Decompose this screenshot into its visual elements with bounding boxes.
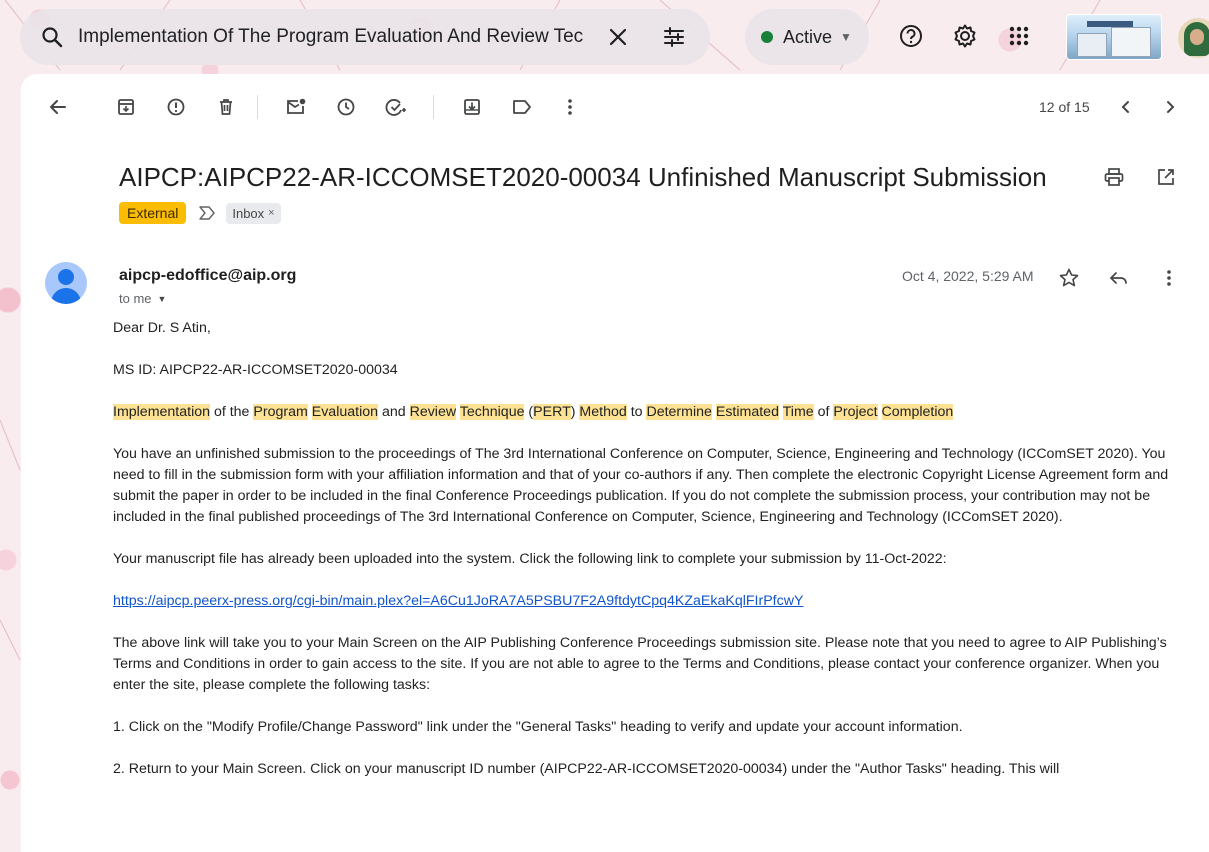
caret-down-icon[interactable]: ▼ <box>158 294 167 304</box>
search-icon[interactable] <box>40 25 64 49</box>
highlighted-term: PERT <box>533 404 571 420</box>
email-date: Oct 4, 2022, 5:29 AM <box>902 268 1034 284</box>
title-text: of the <box>210 404 254 420</box>
email-body: Dear Dr. S Atin, MS ID: AIPCP22-AR-ICCOM… <box>113 318 1193 801</box>
clock-icon[interactable] <box>331 92 361 122</box>
open-in-new-icon[interactable] <box>1151 162 1181 192</box>
tune-icon[interactable] <box>652 17 696 57</box>
email-view: 12 of 15 AIPCP:AIPCP22-AR-ICCOMSET2020-0… <box>21 74 1209 852</box>
top-bar: Implementation Of The Program Evaluation… <box>0 0 1209 74</box>
task-step: 1. Click on the "Modify Profile/Change P… <box>113 719 963 735</box>
chevron-down-icon: ▼ <box>840 30 852 44</box>
print-icon[interactable] <box>1099 162 1129 192</box>
help-icon[interactable] <box>896 21 926 51</box>
highlighted-term: Completion <box>881 404 954 420</box>
highlighted-term: Project <box>833 404 878 420</box>
highlighted-term: Estimated <box>715 404 779 420</box>
title-text: ( <box>524 404 534 420</box>
sender-avatar <box>45 262 87 304</box>
body-paragraph: Your manuscript file has already been up… <box>113 551 947 567</box>
status-dot <box>761 31 773 43</box>
search-bar[interactable]: Implementation Of The Program Evaluation… <box>20 9 710 65</box>
highlighted-term: Technique <box>459 404 525 420</box>
highlighted-term: Method <box>579 404 627 420</box>
manuscript-title: Implementation of the Program Evaluation… <box>113 402 1193 423</box>
body-paragraph: The above link will take you to your Mai… <box>113 635 1167 693</box>
recipient-text: to me <box>119 291 152 306</box>
highlighted-term: Program <box>253 404 308 420</box>
search-input[interactable]: Implementation Of The Program Evaluation… <box>78 26 592 48</box>
highlighted-term: Evaluation <box>311 404 379 420</box>
status-selector[interactable]: Active ▼ <box>745 9 869 65</box>
close-icon[interactable] <box>598 17 638 57</box>
title-text: and <box>378 404 410 420</box>
body-paragraph: You have an unfinished submission to the… <box>113 446 1169 525</box>
title-text <box>878 404 882 420</box>
inbox-label: Inbox × <box>226 202 281 224</box>
highlighted-term: Time <box>782 404 814 420</box>
task-step: 2. Return to your Main Screen. Click on … <box>113 761 1060 777</box>
manuscript-id: MS ID: AIPCP22-AR-ICCOMSET2020-00034 <box>113 362 398 378</box>
recipient-details[interactable]: to me ▼ <box>119 291 166 306</box>
sender-email[interactable]: aipcp-edoffice@aip.org <box>119 267 296 285</box>
apps-grid-icon[interactable] <box>1004 21 1034 51</box>
inbox-label-text: Inbox <box>232 205 265 221</box>
add-task-icon[interactable] <box>381 92 411 122</box>
star-icon[interactable] <box>1055 264 1083 292</box>
highlighted-term: Implementation <box>113 404 210 420</box>
more-vert-icon[interactable] <box>555 92 585 122</box>
remove-label-button[interactable]: × <box>268 207 274 219</box>
label-chips: External Inbox × <box>119 201 281 225</box>
archive-icon[interactable] <box>111 92 141 122</box>
greeting: Dear Dr. S Atin, <box>113 320 211 336</box>
arrow-back-icon[interactable] <box>43 92 73 122</box>
organization-logo[interactable] <box>1066 14 1162 60</box>
title-text: to <box>626 404 647 420</box>
submission-link[interactable]: https://aipcp.peerx-press.org/cgi-bin/ma… <box>113 593 803 609</box>
mark-unread-icon[interactable] <box>281 92 311 122</box>
highlighted-term: Determine <box>646 404 712 420</box>
more-vert-icon[interactable] <box>1155 264 1183 292</box>
highlighted-term: Review <box>409 404 457 420</box>
status-label: Active <box>783 26 833 47</box>
toolbar-divider <box>257 95 258 119</box>
trash-icon[interactable] <box>211 92 241 122</box>
title-text: of <box>813 404 834 420</box>
chevron-right-icon[interactable] <box>1155 92 1185 122</box>
reply-icon[interactable] <box>1105 264 1133 292</box>
gear-icon[interactable] <box>950 21 980 51</box>
message-toolbar: 12 of 15 <box>21 74 1209 138</box>
email-subject: AIPCP:AIPCP22-AR-ICCOMSET2020-00034 Unfi… <box>119 162 1047 192</box>
chevron-left-icon[interactable] <box>1111 92 1141 122</box>
toolbar-divider <box>433 95 434 119</box>
pagination-count: 12 of 15 <box>1039 99 1090 115</box>
label-icon[interactable] <box>507 92 537 122</box>
importance-marker-icon[interactable] <box>198 205 216 221</box>
external-label: External <box>119 202 187 224</box>
move-to-icon[interactable] <box>457 92 487 122</box>
account-avatar[interactable] <box>1178 18 1209 58</box>
report-icon[interactable] <box>161 92 191 122</box>
